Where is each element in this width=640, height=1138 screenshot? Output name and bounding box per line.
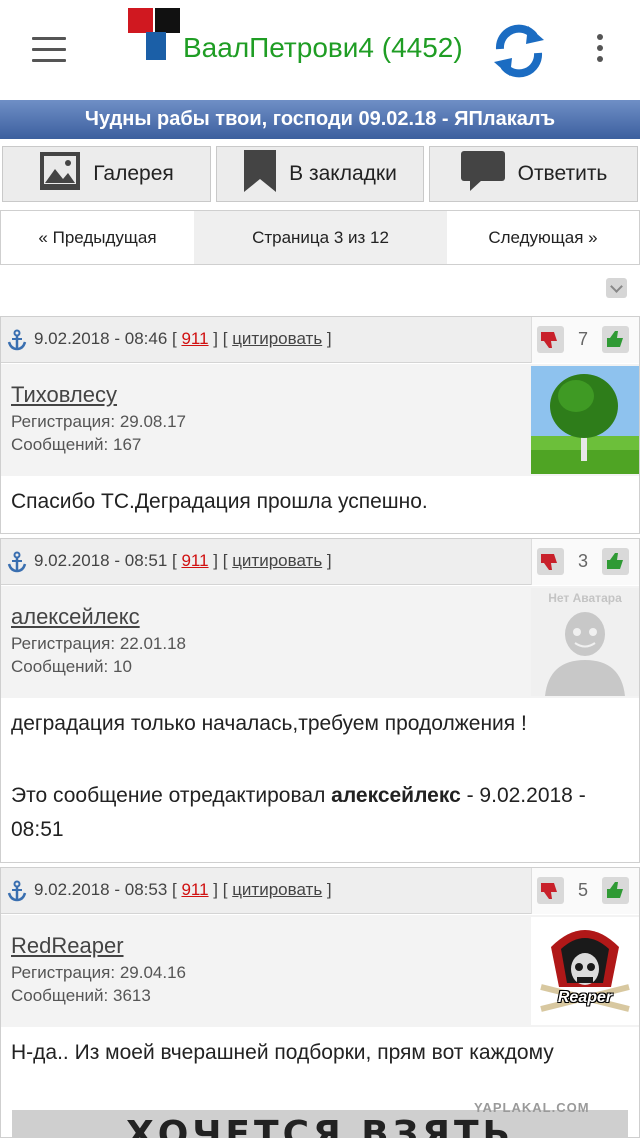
- post-date: 9.02.2018 - 08:51: [34, 551, 168, 570]
- refresh-icon[interactable]: [490, 22, 548, 80]
- post-meta: 9.02.2018 - 08:51 [ 911 ] [ цитировать ]: [34, 551, 332, 570]
- post-date: 9.02.2018 - 08:46: [34, 329, 168, 348]
- vote-box: 7: [531, 317, 639, 363]
- more-vert-icon[interactable]: [592, 34, 608, 66]
- edit-prefix: Это сообщение отредактировал: [11, 784, 326, 807]
- post-header: 9.02.2018 - 08:51 [ 911 ] [ цитировать ]…: [1, 539, 639, 585]
- thread-title: Чудны рабы твои, господи 09.02.18 - ЯПла…: [0, 100, 640, 139]
- author-row: RedReaper Регистрация: 29.04.16 Сообщени…: [1, 915, 639, 1027]
- author-message-count: Сообщений: 10: [11, 657, 132, 676]
- avatar[interactable]: [531, 366, 639, 474]
- vote-box: 5: [531, 868, 639, 914]
- post-meta: 9.02.2018 - 08:46 [ 911 ] [ цитировать ]: [34, 329, 332, 348]
- anchor-icon[interactable]: [7, 551, 27, 573]
- thumbs-up-icon[interactable]: [602, 877, 629, 904]
- post-number-link[interactable]: 911: [181, 880, 208, 899]
- post-date: 9.02.2018 - 08:53: [34, 880, 168, 899]
- post-body: Н-да.. Из моей вчерашней подборки, прям …: [11, 1041, 554, 1064]
- post: 9.02.2018 - 08:46 [ 911 ] [ цитировать ]…: [0, 316, 640, 534]
- comment-icon: [460, 150, 506, 198]
- action-bar: Галерея В закладки Ответить: [0, 146, 640, 204]
- author-name[interactable]: Тиховлесу: [11, 382, 117, 408]
- menu-icon[interactable]: [32, 37, 66, 63]
- thumbs-down-icon[interactable]: [537, 548, 564, 575]
- author-name[interactable]: алексейлекс: [11, 604, 140, 630]
- author-registration: Регистрация: 29.08.17: [11, 412, 186, 431]
- anchor-icon[interactable]: [7, 880, 27, 902]
- current-page[interactable]: Страница 3 из 12: [194, 211, 447, 264]
- post: 9.02.2018 - 08:53 [ 911 ] [ цитировать ]…: [0, 867, 640, 1138]
- post-number-link[interactable]: 911: [181, 329, 208, 348]
- quote-link[interactable]: цитировать: [232, 880, 322, 899]
- gallery-icon: [39, 151, 81, 197]
- logo-icon: [128, 8, 184, 64]
- vote-count: 3: [577, 551, 588, 571]
- user-title[interactable]: ВаалПетрови4 (4452): [183, 32, 463, 64]
- thumbs-up-icon[interactable]: [602, 548, 629, 575]
- reply-button-label: Ответить: [517, 162, 608, 185]
- bookmark-icon: [243, 149, 277, 199]
- pagination: « Предыдущая Страница 3 из 12 Следующая …: [0, 210, 640, 265]
- bookmark-button[interactable]: В закладки: [216, 146, 424, 202]
- thumbs-down-icon[interactable]: [537, 877, 564, 904]
- post-header: 9.02.2018 - 08:53 [ 911 ] [ цитировать ]…: [1, 868, 639, 914]
- post-edit-note: Это сообщение отредактировал алексейлекс…: [11, 779, 631, 847]
- author-row: алексейлекс Регистрация: 22.01.18 Сообще…: [1, 586, 639, 698]
- author-registration: Регистрация: 22.01.18: [11, 634, 186, 653]
- anchor-icon[interactable]: [7, 329, 27, 351]
- author-row: Тиховлесу Регистрация: 29.08.17 Сообщени…: [1, 364, 639, 476]
- bookmark-button-label: В закладки: [289, 162, 397, 185]
- app-bar: ВаалПетрови4 (4452): [0, 0, 640, 100]
- watermark: YAPLAKAL.COM: [474, 1100, 590, 1115]
- post-meta: 9.02.2018 - 08:53 [ 911 ] [ цитировать ]: [34, 880, 332, 899]
- author-registration: Регистрация: 29.04.16: [11, 963, 186, 982]
- avatar[interactable]: Reaper: [531, 917, 639, 1025]
- post-body: деградация только началась,требуем продо…: [11, 712, 527, 735]
- vote-count: 7: [577, 329, 588, 349]
- thumbs-up-icon[interactable]: [602, 326, 629, 353]
- author-message-count: Сообщений: 167: [11, 435, 142, 454]
- vote-box: 3: [531, 539, 639, 585]
- collapse-toggle-icon[interactable]: [606, 278, 627, 298]
- edit-author: алексейлекс: [331, 784, 461, 807]
- reply-button[interactable]: Ответить: [429, 146, 638, 202]
- next-page-link[interactable]: Следующая »: [447, 211, 639, 264]
- gallery-button[interactable]: Галерея: [2, 146, 211, 202]
- vote-count: 5: [577, 880, 588, 900]
- quote-link[interactable]: цитировать: [232, 329, 322, 348]
- post-body: Спасибо ТС.Деградация прошла успешно.: [11, 490, 428, 513]
- thumbs-down-icon[interactable]: [537, 326, 564, 353]
- post-header: 9.02.2018 - 08:46 [ 911 ] [ цитировать ]…: [1, 317, 639, 363]
- prev-page-link[interactable]: « Предыдущая: [1, 211, 194, 264]
- avatar[interactable]: Нет Аватара: [531, 588, 639, 696]
- post: 9.02.2018 - 08:51 [ 911 ] [ цитировать ]…: [0, 538, 640, 863]
- author-name[interactable]: RedReaper: [11, 933, 124, 959]
- avatar-label: Reaper: [557, 989, 613, 1006]
- quote-link[interactable]: цитировать: [232, 551, 322, 570]
- post-number-link[interactable]: 911: [181, 551, 208, 570]
- author-message-count: Сообщений: 3613: [11, 986, 151, 1005]
- gallery-button-label: Галерея: [93, 162, 174, 185]
